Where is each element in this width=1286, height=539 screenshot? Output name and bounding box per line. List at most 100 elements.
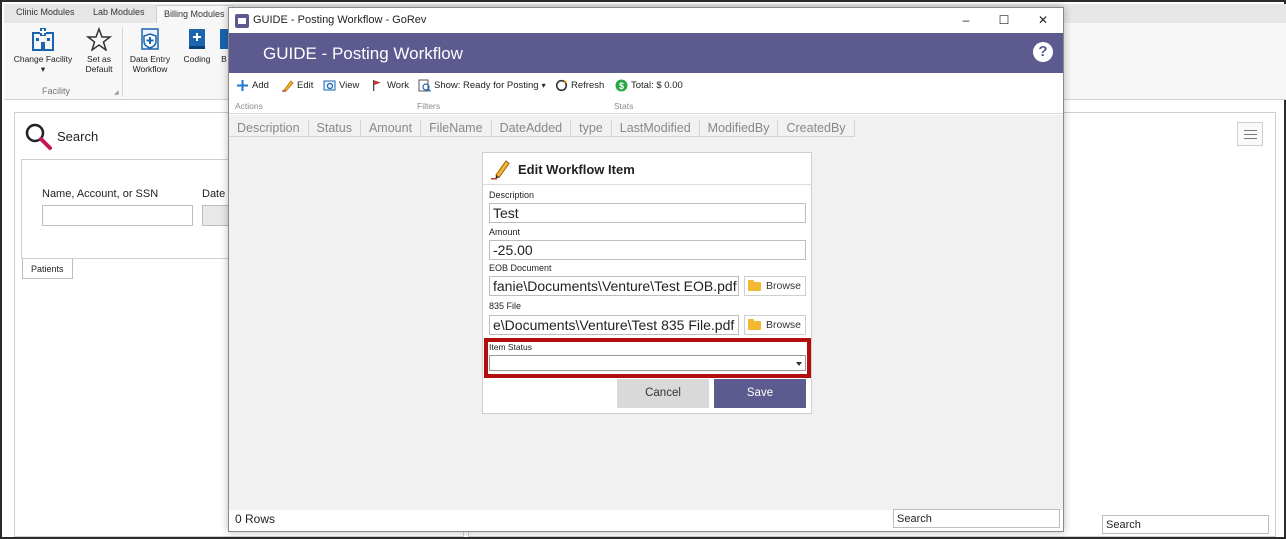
dollar-icon: $ bbox=[615, 79, 628, 92]
browse-label: Browse bbox=[766, 280, 802, 292]
item-status-dropdown[interactable] bbox=[489, 355, 806, 371]
column-header[interactable]: ModifiedBy bbox=[699, 120, 779, 137]
header-bar: GUIDE - Posting Workflow ? bbox=[229, 33, 1063, 73]
browse-label: Browse bbox=[766, 319, 802, 331]
column-header[interactable]: Amount bbox=[360, 120, 422, 137]
background-search-input[interactable]: Search bbox=[1102, 515, 1269, 534]
file-835-label: 835 File bbox=[489, 301, 522, 311]
magnifier-icon bbox=[25, 123, 52, 150]
refresh-icon bbox=[555, 79, 568, 92]
column-header[interactable]: Description bbox=[229, 120, 309, 137]
cancel-button[interactable]: Cancel bbox=[617, 379, 709, 408]
app-icon bbox=[235, 14, 249, 28]
help-icon[interactable]: ? bbox=[1033, 42, 1053, 62]
tab-patients[interactable]: Patients bbox=[22, 259, 73, 279]
edit-workflow-item-dialog: Edit Workflow Item Description Test Amou… bbox=[482, 152, 812, 414]
pencil-icon bbox=[491, 160, 510, 180]
item-status-label: Item Status bbox=[489, 342, 532, 352]
hospital-icon bbox=[32, 28, 54, 51]
grid-search-input[interactable]: Search bbox=[893, 509, 1060, 528]
chevron-down-icon: ▾ bbox=[541, 81, 546, 90]
change-facility-button[interactable]: Change Facility ▾ bbox=[10, 27, 76, 74]
refresh-button[interactable]: Refresh bbox=[555, 79, 604, 92]
set-as-default-label: Set as Default bbox=[85, 54, 113, 74]
view-label: View bbox=[339, 80, 360, 91]
view-button[interactable]: View bbox=[323, 79, 359, 92]
folder-icon bbox=[748, 279, 761, 291]
facility-group-label: Facility bbox=[42, 86, 71, 96]
refresh-label: Refresh bbox=[571, 80, 605, 91]
amount-label: Amount bbox=[489, 227, 521, 237]
file-835-browse-button[interactable]: Browse bbox=[744, 315, 806, 335]
dialog-header: Edit Workflow Item bbox=[483, 153, 811, 185]
filters-group-label: Filters bbox=[417, 101, 441, 111]
work-button[interactable]: Work bbox=[371, 79, 409, 92]
star-icon bbox=[86, 27, 112, 51]
shield-doc-icon bbox=[141, 28, 159, 50]
save-button[interactable]: Save bbox=[714, 379, 806, 408]
posting-workflow-window: GUIDE - Posting Workflow - GoRev – ☐ ✕ G… bbox=[228, 7, 1064, 532]
eob-document-label: EOB Document bbox=[489, 263, 552, 273]
total-stat: $ Total: $ 0.00 bbox=[615, 79, 683, 92]
search-title: Search bbox=[57, 129, 99, 144]
data-entry-workflow-label: Data Entry Workflow bbox=[129, 54, 171, 74]
stats-group-label: Stats bbox=[614, 101, 634, 111]
tab-billing-modules[interactable]: Billing Modules bbox=[156, 5, 233, 25]
book-plus-icon bbox=[189, 29, 205, 49]
filter-doc-icon bbox=[418, 79, 431, 92]
column-header[interactable]: Status bbox=[308, 120, 361, 137]
close-button[interactable]: ✕ bbox=[1034, 12, 1052, 28]
billing-button-label: B bbox=[221, 54, 227, 64]
show-filter-dropdown[interactable]: Show: Ready for Posting ▾ bbox=[418, 79, 546, 92]
coding-label: Coding bbox=[183, 54, 211, 64]
screen-frame: Clinic Modules Lab Modules Billing Modul… bbox=[0, 0, 1286, 539]
ribbon-divider bbox=[122, 27, 123, 97]
pencil-icon bbox=[282, 80, 294, 92]
window-title: GUIDE - Posting Workflow - GoRev bbox=[253, 14, 427, 26]
tab-lab-modules[interactable]: Lab Modules bbox=[93, 7, 145, 17]
group-expand-icon[interactable]: ◢ bbox=[114, 89, 119, 96]
row-count: 0 Rows bbox=[235, 512, 276, 526]
show-filter-label: Show: Ready for Posting bbox=[434, 80, 539, 91]
menu-icon[interactable] bbox=[1237, 122, 1263, 146]
search-header: Search bbox=[24, 122, 98, 155]
svg-text:$: $ bbox=[619, 81, 624, 91]
name-account-ssn-input[interactable] bbox=[42, 205, 193, 226]
eob-document-input[interactable]: fanie\Documents\Venture\Test EOB.pdf bbox=[489, 276, 739, 296]
edit-button[interactable]: Edit bbox=[281, 79, 313, 92]
dropdown-arrow-icon bbox=[796, 362, 802, 366]
add-label: Add bbox=[252, 80, 269, 91]
total-label: Total: $ 0.00 bbox=[631, 80, 683, 91]
dropdown-arrow-icon: ▾ bbox=[40, 64, 46, 74]
actions-group-label: Actions bbox=[235, 101, 263, 111]
work-label: Work bbox=[387, 80, 409, 91]
toolbar: Add Edit View Work Show: Ready for Posti… bbox=[229, 73, 1063, 114]
view-icon bbox=[323, 80, 336, 91]
file-835-input[interactable]: e\Documents\Venture\Test 835 File.pdf bbox=[489, 315, 739, 335]
column-header[interactable]: DateAdded bbox=[491, 120, 572, 137]
grid-column-headers: Description Status Amount FileName DateA… bbox=[229, 120, 855, 137]
tab-clinic-modules[interactable]: Clinic Modules bbox=[16, 7, 75, 17]
column-header[interactable]: type bbox=[571, 120, 612, 137]
column-header[interactable]: FileName bbox=[421, 120, 492, 137]
eob-browse-button[interactable]: Browse bbox=[744, 276, 806, 296]
column-header[interactable]: CreatedBy bbox=[778, 120, 855, 137]
dialog-title: Edit Workflow Item bbox=[518, 162, 635, 177]
page-title: GUIDE - Posting Workflow bbox=[263, 44, 463, 63]
coding-button[interactable]: Coding bbox=[180, 27, 214, 64]
add-button[interactable]: Add bbox=[236, 79, 269, 92]
maximize-button[interactable]: ☐ bbox=[995, 12, 1013, 28]
set-as-default-button[interactable]: Set as Default bbox=[82, 27, 116, 74]
folder-icon bbox=[748, 318, 761, 330]
amount-input[interactable]: -25.00 bbox=[489, 240, 806, 260]
description-label: Description bbox=[489, 190, 535, 200]
data-entry-workflow-button[interactable]: Data Entry Workflow bbox=[126, 27, 174, 74]
minimize-button[interactable]: – bbox=[957, 12, 975, 28]
name-account-ssn-label: Name, Account, or SSN bbox=[42, 188, 159, 200]
edit-label: Edit bbox=[297, 80, 314, 91]
description-input[interactable]: Test bbox=[489, 203, 806, 223]
window-titlebar: GUIDE - Posting Workflow - GoRev – ☐ ✕ bbox=[229, 8, 1063, 33]
change-facility-label: Change Facility bbox=[13, 54, 73, 64]
column-header[interactable]: LastModified bbox=[611, 120, 700, 137]
flag-icon bbox=[373, 80, 381, 91]
